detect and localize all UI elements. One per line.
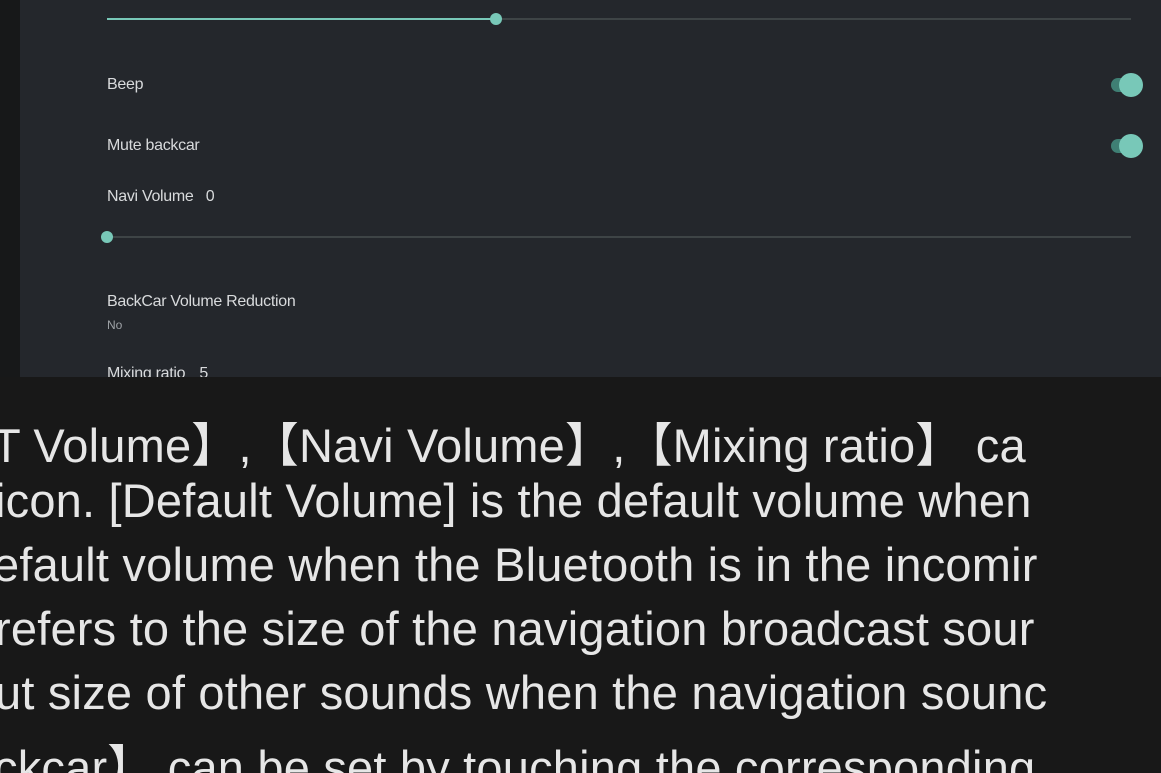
toggle-knob xyxy=(1119,73,1143,97)
backcar-volume-reduction-value: No xyxy=(107,318,123,332)
manual-text: T Volume】,【Navi Volume】,【Mixing ratio】 c… xyxy=(0,377,1161,773)
beep-toggle[interactable] xyxy=(1109,73,1143,97)
slider-thumb[interactable] xyxy=(490,13,503,25)
manual-line: ckcar】 can be set by touching the corres… xyxy=(0,741,1036,773)
beep-label: Beep xyxy=(107,76,144,93)
mixing-ratio-title: Mixing ratio xyxy=(107,365,186,377)
mixing-ratio-value: 5 xyxy=(199,365,208,377)
backcar-volume-reduction-label[interactable]: BackCar Volume Reduction xyxy=(107,293,296,311)
navi-volume-value: 0 xyxy=(205,188,215,205)
manual-line: icon. [Default Volume] is the default vo… xyxy=(0,474,1032,527)
navi-volume-label: Navi Volume 0 xyxy=(107,188,215,206)
manual-line: T Volume】,【Navi Volume】,【Mixing ratio】 c… xyxy=(0,419,1026,472)
manual-line: efault volume when the Bluetooth is in t… xyxy=(0,538,1038,591)
toggle-knob xyxy=(1119,134,1143,158)
default-volume-slider[interactable] xyxy=(107,13,1131,25)
mute-backcar-toggle[interactable] xyxy=(1109,134,1143,158)
manual-line: refers to the size of the navigation bro… xyxy=(0,602,1035,655)
mixing-ratio-label[interactable]: Mixing ratio 5 xyxy=(107,365,208,377)
navi-volume-slider[interactable] xyxy=(101,231,1131,243)
slider-fill xyxy=(107,18,497,20)
mute-backcar-label: Mute backcar xyxy=(107,137,200,154)
slider-thumb[interactable] xyxy=(101,231,113,243)
navi-volume-title: Navi Volume xyxy=(107,188,194,205)
screen-bezel xyxy=(0,0,20,377)
manual-line: ut size of other sounds when the navigat… xyxy=(0,666,1048,719)
settings-screen: Beep Mute backcar Navi Volume 0 BackCar … xyxy=(0,0,1161,377)
